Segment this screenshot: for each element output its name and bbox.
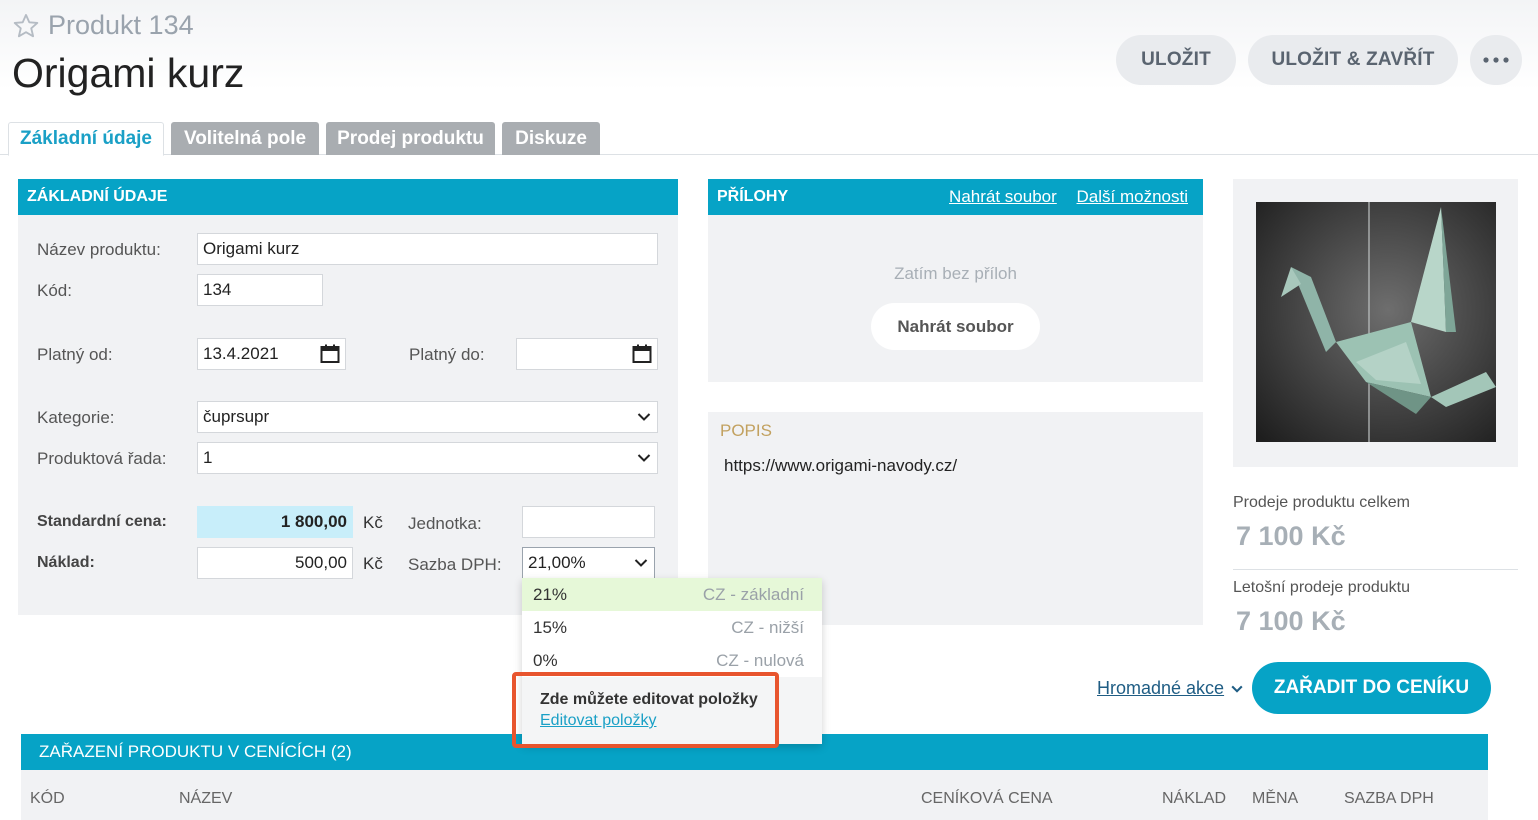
price-currency: Kč (363, 513, 383, 532)
upload-file-button[interactable]: Nahrát soubor (871, 303, 1040, 350)
valid-to-label: Platný do: (409, 345, 485, 364)
save-close-button[interactable]: ULOŽIT & ZAVŘÍT (1248, 35, 1458, 85)
page-title: Origami kurz (12, 50, 245, 96)
chevron-down-icon (634, 559, 648, 567)
vat-option-21[interactable]: 21% CZ - základní (522, 578, 822, 611)
chevron-down-icon (637, 413, 651, 421)
unit-input[interactable] (522, 506, 655, 538)
product-line-select[interactable]: 1 (197, 442, 658, 474)
category-select[interactable]: čuprsupr (197, 401, 658, 433)
product-line-label: Produktová řada: (37, 449, 167, 468)
code-input[interactable]: 134 (197, 274, 323, 306)
more-icon (1483, 57, 1509, 63)
edit-items-hint: Zde můžete editovat položky (540, 691, 758, 708)
no-attachments-text: Zatím bez příloh (894, 264, 1017, 283)
record-subtitle: Produkt 134 (48, 10, 194, 40)
valid-from-value: 13.4.2021 (203, 344, 279, 363)
save-button[interactable]: ULOŽIT (1116, 35, 1236, 85)
add-to-pricelist-button[interactable]: ZAŘADIT DO CENÍKU (1252, 662, 1491, 714)
product-line-value: 1 (203, 448, 213, 467)
valid-from-input[interactable]: 13.4.2021 (197, 338, 346, 370)
column-header-price[interactable]: CENÍKOVÁ CENA (921, 790, 1053, 808)
vat-value: 21,00% (528, 553, 586, 572)
valid-from-label: Platný od: (37, 345, 113, 364)
page-header: Produkt 134 Origami kurz ULOŽIT ULOŽIT &… (0, 0, 1538, 156)
product-image[interactable] (1256, 202, 1496, 442)
description-text[interactable]: https://www.origami-navody.cz/ (724, 456, 957, 476)
tab-product-sales[interactable]: Prodej produktu (326, 122, 495, 155)
total-sales-label: Prodeje produktu celkem (1233, 494, 1410, 511)
product-name-label: Název produktu: (37, 240, 161, 259)
code-label: Kód: (37, 281, 72, 300)
more-options-button[interactable] (1470, 35, 1522, 85)
year-sales-value: 7 100 Kč (1236, 606, 1346, 636)
standard-price-label: Standardní cena: (37, 513, 167, 530)
tab-basic-info[interactable]: Základní údaje (8, 122, 164, 156)
vat-option-15[interactable]: 15% CZ - nižší (522, 611, 822, 644)
column-header-vat[interactable]: SAZBA DPH (1344, 790, 1434, 808)
bulk-actions-label: Hromadné akce (1097, 678, 1225, 698)
chevron-down-icon (637, 454, 651, 462)
attachments-header: PŘÍLOHY Nahrát soubor Další možnosti (708, 179, 1203, 215)
year-sales-label: Letošní prodeje produktu (1233, 579, 1411, 596)
tab-optional-fields[interactable]: Volitelná pole (171, 122, 319, 155)
standard-price-input[interactable]: 1 800,00 (197, 506, 353, 538)
basic-info-heading: ZÁKLADNÍ ÚDAJE (18, 179, 678, 215)
description-heading: POPIS (720, 421, 772, 440)
column-header-currency[interactable]: MĚNA (1252, 790, 1298, 808)
bulk-actions-dropdown[interactable]: Hromadné akce (1097, 678, 1244, 699)
column-header-name[interactable]: NÁZEV (179, 790, 232, 808)
category-value: čuprsupr (203, 407, 270, 426)
calendar-icon[interactable] (320, 344, 340, 364)
more-options-link[interactable]: Další možnosti (1077, 187, 1188, 206)
attachments-heading: PŘÍLOHY (717, 188, 789, 205)
stats-divider (1233, 569, 1518, 570)
chevron-down-icon (1231, 685, 1243, 693)
unit-label: Jednotka: (408, 514, 482, 533)
star-icon[interactable] (12, 12, 40, 40)
calendar-icon[interactable] (632, 344, 652, 364)
upload-file-link[interactable]: Nahrát soubor (949, 187, 1057, 206)
product-name-input[interactable]: Origami kurz (197, 233, 658, 265)
highlight-box (512, 672, 779, 748)
edit-items-link[interactable]: Editovat položky (540, 712, 657, 730)
vat-label: Sazba DPH: (408, 555, 502, 574)
vat-option-rate: 21% (533, 584, 568, 604)
column-header-code[interactable]: KÓD (30, 790, 65, 808)
vat-option-code: CZ - nižší (731, 617, 804, 637)
category-label: Kategorie: (37, 408, 115, 427)
cost-label: Náklad: (37, 554, 95, 571)
cost-currency: Kč (363, 554, 383, 573)
vat-option-rate: 0% (533, 650, 558, 670)
tab-discussion[interactable]: Diskuze (502, 122, 600, 155)
vat-option-rate: 15% (533, 617, 568, 637)
vat-option-code: CZ - nulová (716, 650, 804, 670)
total-sales-value: 7 100 Kč (1236, 521, 1346, 551)
vat-option-code: CZ - základní (702, 584, 804, 604)
cost-input[interactable]: 500,00 (197, 547, 353, 579)
vat-select[interactable]: 21,00% (522, 547, 655, 579)
valid-to-input[interactable] (516, 338, 658, 370)
column-header-cost[interactable]: NÁKLAD (1162, 790, 1226, 808)
